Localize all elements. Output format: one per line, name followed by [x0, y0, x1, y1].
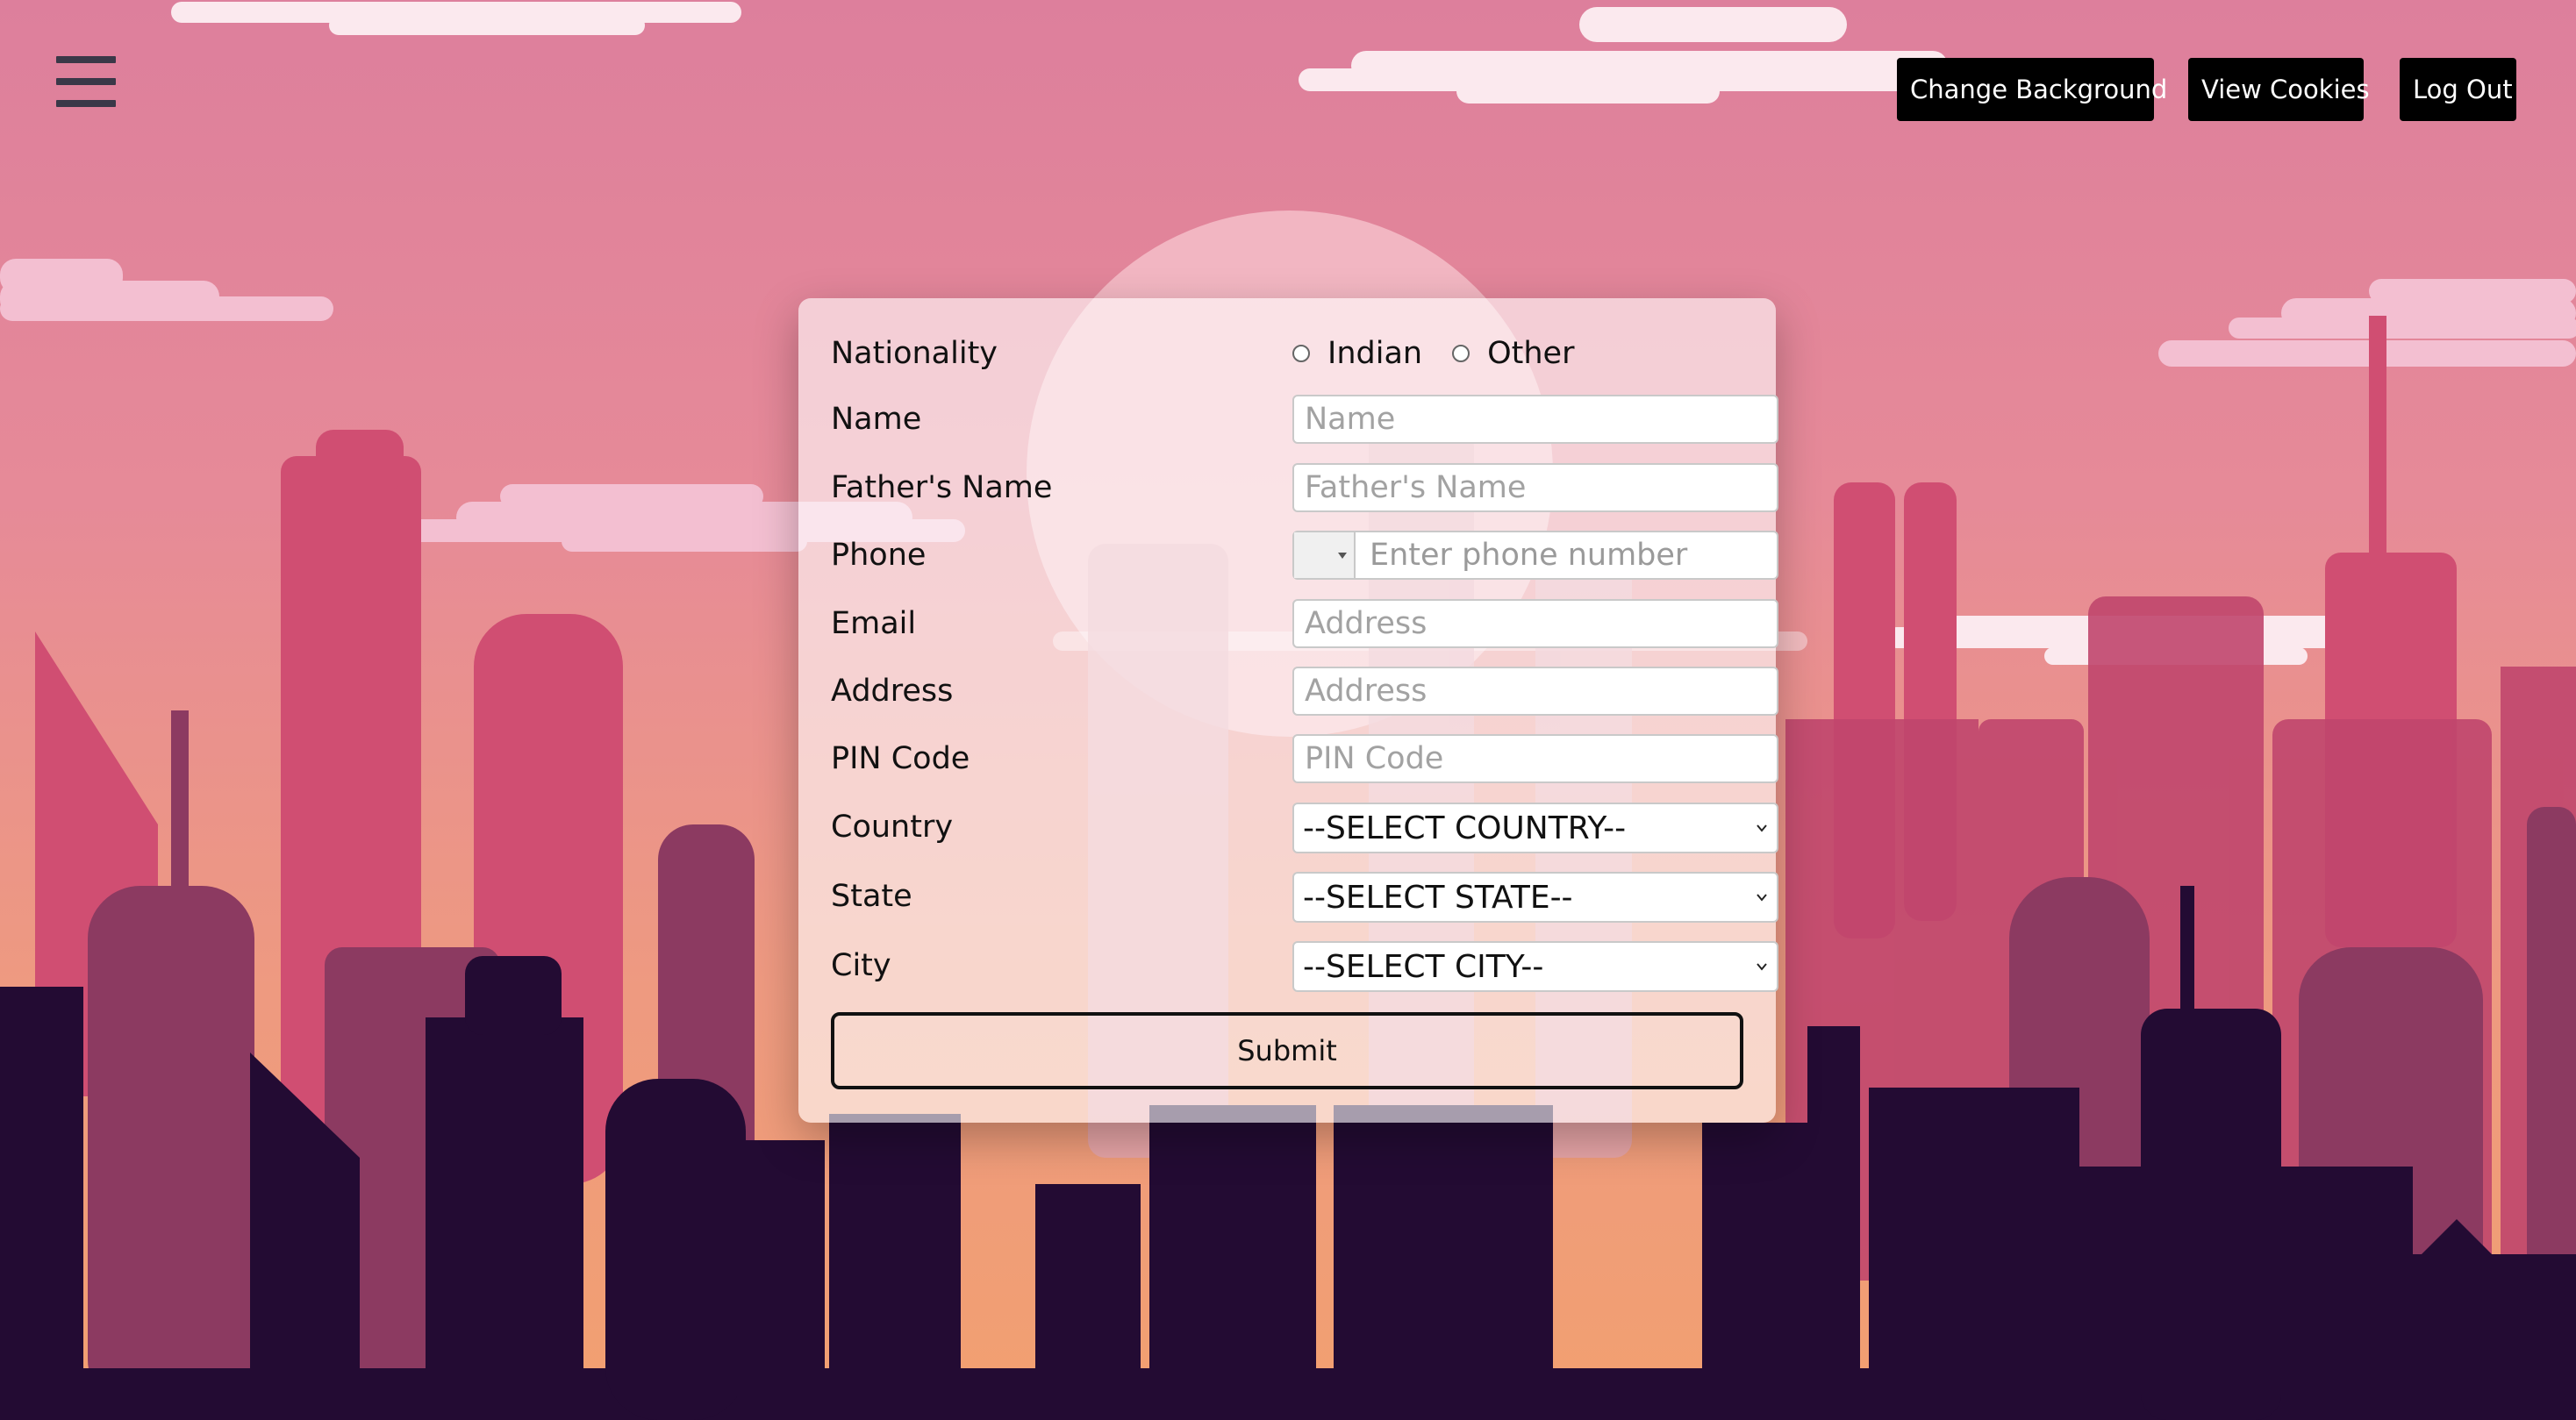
father-name-row: Father's Name	[831, 463, 1778, 512]
state-row: State --SELECT STATE--	[831, 872, 1778, 923]
nationality-indian-radio[interactable]	[1292, 345, 1310, 362]
father-name-label: Father's Name	[831, 470, 1053, 505]
phone-country-select[interactable]	[1294, 532, 1356, 578]
phone-field	[1292, 531, 1778, 580]
phone-label: Phone	[831, 538, 927, 573]
state-label: State	[831, 879, 912, 914]
address-label: Address	[831, 674, 954, 709]
nationality-other-radio[interactable]	[1452, 345, 1470, 362]
address-input[interactable]	[1292, 667, 1778, 716]
change-background-button[interactable]: Change Background	[1897, 58, 2167, 121]
registration-form: Nationality Indian Other Name Father's N…	[798, 298, 1778, 1123]
hamburger-bar	[56, 78, 116, 85]
hamburger-bar	[56, 100, 116, 107]
country-row: Country --SELECT COUNTRY--	[831, 803, 1778, 853]
nationality-radio-group: Indian Other	[1292, 329, 1604, 378]
phone-input[interactable]	[1356, 532, 1777, 578]
nationality-indian-label: Indian	[1327, 336, 1423, 371]
email-input[interactable]	[1292, 599, 1778, 648]
pin-code-row: PIN Code	[831, 734, 1778, 783]
country-label: Country	[831, 810, 954, 845]
menu-hamburger-icon[interactable]	[56, 56, 116, 107]
name-input[interactable]	[1292, 395, 1778, 444]
email-label: Email	[831, 606, 917, 641]
log-out-button[interactable]: Log Out	[2400, 58, 2516, 121]
nationality-other-label: Other	[1487, 336, 1575, 371]
nationality-row: Nationality Indian Other	[831, 329, 1743, 378]
pin-code-input[interactable]	[1292, 734, 1778, 783]
pin-code-label: PIN Code	[831, 741, 970, 776]
name-row: Name	[831, 395, 1778, 444]
chevron-down-icon	[1757, 894, 1767, 902]
email-row: Email	[831, 599, 1778, 648]
father-name-input[interactable]	[1292, 463, 1778, 512]
chevron-down-icon	[1757, 824, 1767, 832]
nationality-label: Nationality	[831, 336, 998, 371]
address-row: Address	[831, 667, 1778, 716]
city-label: City	[831, 948, 891, 983]
city-row: City --SELECT CITY--	[831, 941, 1778, 992]
submit-button[interactable]: Submit	[831, 1012, 1743, 1089]
view-cookies-button[interactable]: View Cookies	[2188, 58, 2370, 121]
hamburger-bar	[56, 56, 116, 63]
state-select[interactable]: --SELECT STATE--	[1292, 872, 1778, 923]
caret-down-icon	[1338, 552, 1347, 559]
state-select-value: --SELECT STATE--	[1303, 879, 1573, 916]
country-select[interactable]: --SELECT COUNTRY--	[1292, 803, 1778, 853]
phone-row: Phone	[831, 531, 1778, 580]
city-select[interactable]: --SELECT CITY--	[1292, 941, 1778, 992]
city-select-value: --SELECT CITY--	[1303, 948, 1544, 985]
country-select-value: --SELECT COUNTRY--	[1303, 810, 1627, 846]
chevron-down-icon	[1757, 963, 1767, 971]
name-label: Name	[831, 402, 922, 437]
